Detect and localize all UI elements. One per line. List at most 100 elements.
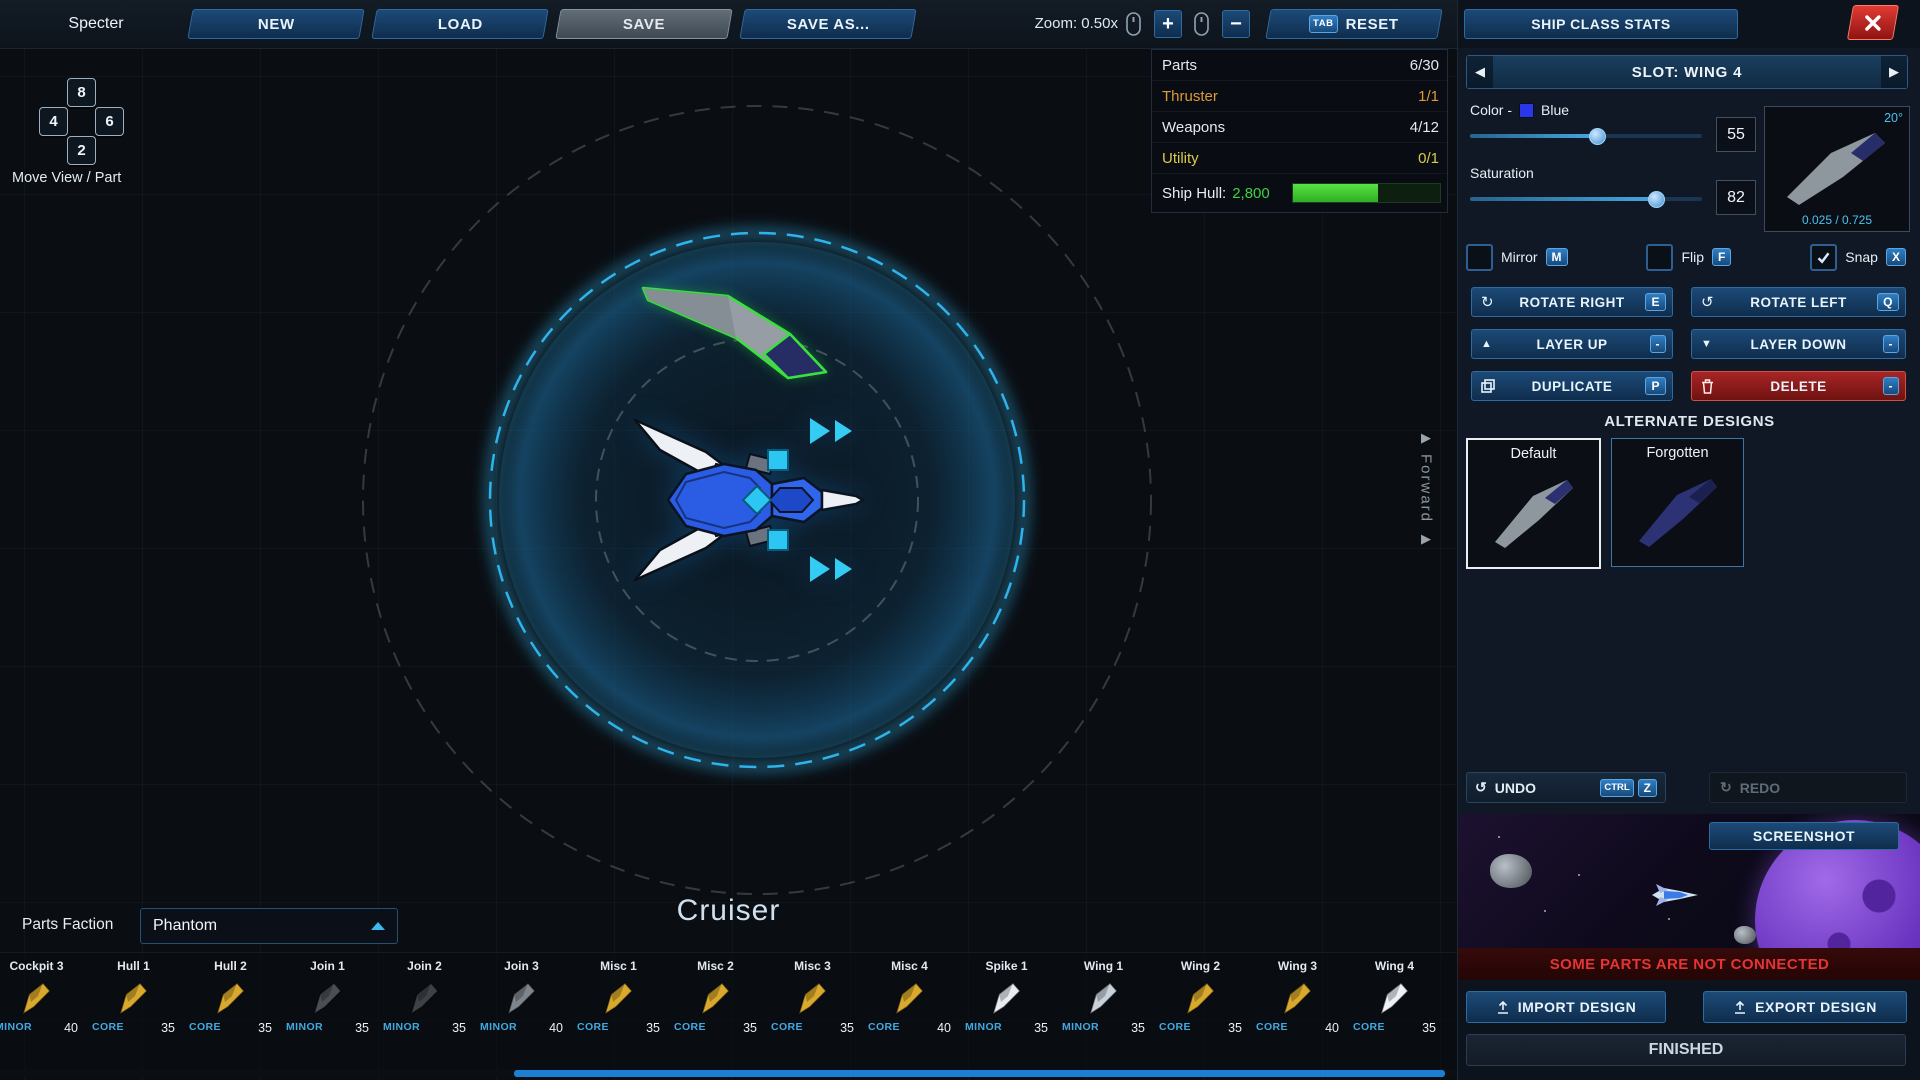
parts-scrollbar-track[interactable] — [0, 1070, 1457, 1077]
part-wing-2[interactable]: Wing 2CORE35 — [1152, 953, 1249, 1069]
stat-label: Parts — [1162, 57, 1197, 74]
design-default[interactable]: Default — [1466, 438, 1601, 569]
parts-faction-dropdown[interactable]: Phantom — [140, 908, 398, 944]
part-wing-1[interactable]: Wing 1MINOR35 — [1055, 953, 1152, 1069]
saturation-slider-handle[interactable] — [1648, 191, 1665, 208]
part-join-2[interactable]: Join 2MINOR35 — [376, 953, 473, 1069]
undo-button[interactable]: ↺ UNDO CTRL Z — [1466, 772, 1666, 803]
part-misc-1[interactable]: Misc 1CORE35 — [570, 953, 667, 1069]
close-button[interactable] — [1847, 5, 1899, 40]
design-forgotten[interactable]: Forgotten — [1611, 438, 1744, 567]
export-design-button[interactable]: EXPORT DESIGN — [1703, 991, 1907, 1023]
ship-thrust-marker — [810, 556, 830, 582]
part-join-3[interactable]: Join 3MINOR40 — [473, 953, 570, 1069]
star — [1498, 836, 1500, 838]
save-as-label: SAVE AS... — [787, 16, 870, 33]
part-icon — [987, 979, 1027, 1019]
duplicate-icon — [1481, 379, 1495, 393]
forward-label: Forward — [1418, 454, 1435, 523]
rotate-right-button[interactable]: ↻ ROTATE RIGHT E — [1471, 287, 1673, 317]
part-wing-3[interactable]: Wing 3CORE40 — [1249, 953, 1346, 1069]
color-slider[interactable] — [1470, 128, 1702, 144]
part-preview-icon — [1779, 125, 1895, 211]
flip-checkbox[interactable] — [1646, 244, 1673, 271]
zoom-label: Zoom: 0.50x — [1008, 0, 1118, 48]
ship-module-top — [768, 450, 788, 470]
part-hull-2[interactable]: Hull 2CORE35 — [182, 953, 279, 1069]
part-type: MINOR — [0, 1021, 32, 1035]
layer-down-label: LAYER DOWN — [1750, 337, 1846, 352]
part-icon — [1375, 979, 1415, 1019]
undo-label: UNDO — [1495, 780, 1536, 796]
stat-label: Utility — [1162, 150, 1199, 167]
redo-button[interactable]: ↻ REDO — [1709, 772, 1907, 803]
color-row: Color - Blue — [1470, 102, 1569, 118]
finished-button[interactable]: FINISHED — [1466, 1034, 1906, 1066]
part-wing-4[interactable]: Wing 4CORE35 — [1346, 953, 1443, 1069]
part-cost: 35 — [161, 1021, 175, 1035]
duplicate-button[interactable]: DUPLICATE P — [1471, 371, 1673, 401]
saturation-value-box[interactable]: 82 — [1716, 180, 1756, 215]
load-button[interactable]: LOAD — [371, 9, 548, 39]
part-type: CORE — [771, 1021, 803, 1035]
new-label: NEW — [258, 16, 295, 33]
save-button[interactable]: SAVE — [555, 9, 732, 39]
import-design-button[interactable]: IMPORT DESIGN — [1466, 991, 1666, 1023]
ship-class-stats-button[interactable]: SHIP CLASS STATS — [1464, 9, 1738, 39]
reset-view-button[interactable]: TAB RESET — [1265, 9, 1442, 39]
stat-row: Weapons4/12 — [1152, 112, 1447, 143]
rotate-right-keycap: E — [1645, 293, 1666, 311]
export-label: EXPORT DESIGN — [1755, 999, 1877, 1015]
layer-up-button[interactable]: ▲ LAYER UP - — [1471, 329, 1673, 359]
zoom-in-button[interactable]: + — [1154, 10, 1182, 38]
ship-model[interactable] — [632, 414, 882, 586]
part-misc-4[interactable]: Misc 4CORE40 — [861, 953, 958, 1069]
saturation-slider[interactable] — [1470, 191, 1702, 207]
part-hull-1[interactable]: Hull 1CORE35 — [85, 953, 182, 1069]
part-cockpit-3[interactable]: Cockpit 3MINOR40 — [0, 953, 85, 1069]
part-name: Wing 2 — [1181, 959, 1220, 973]
color-value-box[interactable]: 55 — [1716, 117, 1756, 152]
move-caption: Move View / Part — [12, 170, 121, 186]
rotate-left-button[interactable]: ↺ ROTATE LEFT Q — [1691, 287, 1906, 317]
part-misc-2[interactable]: Misc 2CORE35 — [667, 953, 764, 1069]
slot-prev-button[interactable]: ◀ — [1467, 56, 1493, 88]
color-slider-handle[interactable] — [1589, 128, 1606, 145]
delete-button[interactable]: DELETE - — [1691, 371, 1906, 401]
asteroid-image — [1734, 926, 1756, 944]
save-as-button[interactable]: SAVE AS... — [739, 9, 916, 39]
new-button[interactable]: NEW — [187, 9, 364, 39]
part-join-1[interactable]: Join 1MINOR35 — [279, 953, 376, 1069]
slider-fill — [1470, 134, 1598, 138]
part-spike-1[interactable]: Spike 1MINOR35 — [958, 953, 1055, 1069]
mirror-checkbox[interactable] — [1466, 244, 1493, 271]
save-label: SAVE — [623, 16, 665, 33]
part-coords: 0.025 / 0.725 — [1765, 213, 1909, 227]
part-cost: 35 — [1034, 1021, 1048, 1035]
inspector-sidebar: SHIP CLASS STATS ◀ SLOT: WING 4 ▶ Color … — [1457, 0, 1920, 1080]
slot-next-button[interactable]: ▶ — [1881, 56, 1907, 88]
selected-part-wing4[interactable] — [640, 276, 835, 401]
part-name: Wing 4 — [1375, 959, 1414, 973]
part-icon — [17, 979, 57, 1019]
hull-row: Ship Hull: 2,800 — [1152, 174, 1447, 212]
zoom-out-button[interactable]: − — [1222, 10, 1250, 38]
snap-checkbox[interactable] — [1810, 244, 1837, 271]
toggle-snap: SnapX — [1810, 244, 1906, 271]
toggle-mirror: MirrorM — [1466, 244, 1568, 271]
ship-cockpit — [769, 488, 813, 512]
screenshot-button[interactable]: SCREENSHOT — [1709, 822, 1899, 850]
design-list: DefaultForgotten — [1466, 438, 1744, 569]
part-angle: 20° — [1884, 111, 1903, 125]
layer-down-button[interactable]: ▼ LAYER DOWN - — [1691, 329, 1906, 359]
warning-banner: SOME PARTS ARE NOT CONNECTED — [1458, 948, 1920, 980]
part-misc-3[interactable]: Misc 3CORE35 — [764, 953, 861, 1069]
finished-label: FINISHED — [1649, 1041, 1724, 1059]
minus-icon: − — [1230, 14, 1242, 34]
delete-keycap: - — [1883, 377, 1900, 395]
parts-scrollbar-thumb[interactable] — [514, 1070, 1445, 1077]
z-keycap: Z — [1638, 779, 1657, 797]
part-name: Hull 1 — [117, 959, 150, 973]
stat-row: Utility0/1 — [1152, 143, 1447, 174]
part-name: Wing 3 — [1278, 959, 1317, 973]
